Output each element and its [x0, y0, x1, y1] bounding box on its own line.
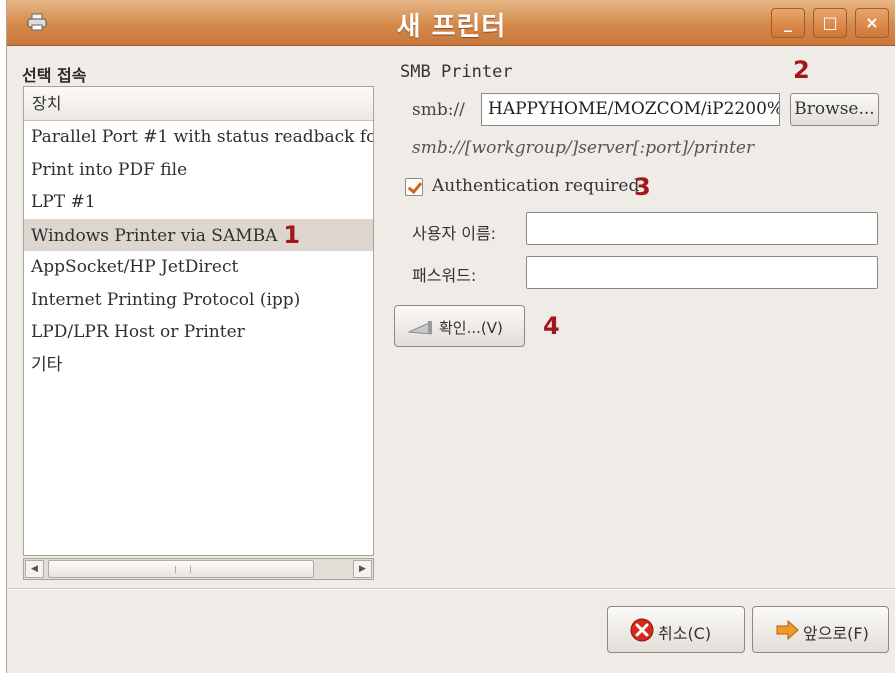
verify-icon: [407, 321, 432, 335]
smb-uri-input[interactable]: HAPPYHOME/MOZCOM/iP2200%2: [481, 93, 780, 126]
auth-required-label[interactable]: Authentication required: [432, 176, 639, 196]
cancel-icon: [630, 618, 654, 642]
cancel-button[interactable]: 취소(C): [607, 606, 745, 653]
list-item-label: AppSocket/HP JetDirect: [31, 257, 239, 277]
list-item[interactable]: Print into PDF file: [24, 154, 373, 187]
forward-button[interactable]: 앞으로(F): [752, 606, 889, 653]
list-item-label: 기타: [31, 354, 63, 375]
list-item-label: Parallel Port #1 with status readback fo…: [31, 127, 373, 147]
new-printer-dialog: 새 프린터 _ □ × 선택 접속 장치 Parallel Port #1 wi…: [6, 0, 895, 673]
list-item[interactable]: Parallel Port #1 with status readback fo…: [24, 121, 373, 154]
auth-required-checkbox[interactable]: [405, 178, 423, 196]
separator: [7, 588, 895, 590]
list-item-label: LPT #1: [31, 192, 96, 212]
title-bar[interactable]: 새 프린터 _ □ ×: [7, 0, 895, 46]
scrollbar-thumb[interactable]: [48, 560, 314, 578]
verify-button[interactable]: 확인...(V): [394, 305, 525, 347]
uri-prefix-label: smb://: [412, 100, 465, 120]
username-label: 사용자 이름:: [412, 224, 497, 243]
annotation-number: 3: [634, 173, 651, 201]
list-item-label: Windows Printer via SAMBA: [31, 225, 278, 246]
list-header[interactable]: 장치: [24, 87, 373, 121]
username-field[interactable]: [526, 212, 878, 245]
list-item[interactable]: AppSocket/HP JetDirect: [24, 251, 373, 284]
list-item[interactable]: Internet Printing Protocol (ipp): [24, 284, 373, 317]
connection-section-label: 선택 접속: [22, 66, 87, 85]
maximize-button[interactable]: □: [813, 8, 847, 38]
close-button[interactable]: ×: [855, 8, 889, 38]
verify-button-label: 확인...(V): [439, 319, 503, 337]
password-field[interactable]: [526, 256, 878, 289]
cancel-button-label: 취소(C): [658, 624, 712, 643]
password-label: 패스워드:: [412, 266, 477, 285]
list-item-label: Print into PDF file: [31, 159, 188, 180]
list-item-label: LPD/LPR Host or Printer: [31, 322, 245, 342]
list-item[interactable]: LPT #1: [24, 186, 373, 219]
scroll-right-icon[interactable]: ▶: [353, 560, 372, 578]
forward-arrow-icon: [776, 619, 799, 641]
list-item[interactable]: 기타: [24, 349, 373, 382]
uri-format-hint: smb://[workgroup/]server[:port]/printer: [412, 138, 755, 158]
horizontal-scrollbar[interactable]: ◀ ▶: [23, 558, 374, 580]
connection-list[interactable]: 장치 Parallel Port #1 with status readback…: [23, 86, 374, 556]
browse-button[interactable]: Browse...: [790, 93, 879, 126]
annotation-number: 1: [283, 220, 301, 249]
list-item-selected[interactable]: Windows Printer via SAMBA 1: [24, 218, 373, 251]
smb-printer-title: SMB Printer: [400, 62, 513, 82]
forward-button-label: 앞으로(F): [803, 624, 869, 643]
scroll-left-icon[interactable]: ◀: [25, 560, 44, 578]
list-item-label: Internet Printing Protocol (ipp): [31, 289, 301, 310]
annotation-number: 2: [793, 56, 810, 84]
annotation-number: 4: [543, 312, 560, 340]
window-title: 새 프린터: [396, 12, 507, 42]
list-item[interactable]: LPD/LPR Host or Printer: [24, 316, 373, 349]
minimize-button[interactable]: _: [771, 8, 805, 38]
